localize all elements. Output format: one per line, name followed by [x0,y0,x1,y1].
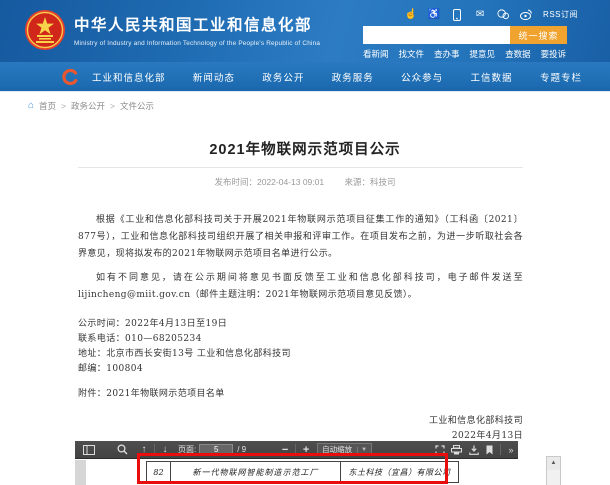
pdf-project-table: 82 新一代物联网智能制造示范工厂 东土科技（宜昌）有限公司 [146,461,459,483]
home-icon[interactable]: ⌂ [28,101,34,111]
site-title: 中华人民共和国工业和信息化部 [74,13,312,35]
pdf-viewer: ↑ ↓ 页面: / 9 − + 自动缩放 ▼ [75,441,518,485]
breadcrumb: ⌂ 首页 > 政务公开 > 文件公示 [28,100,154,112]
postal-code: 邮编：100804 [78,362,523,377]
toolbar-right-group: » [431,441,518,459]
quick-link-suggest[interactable]: 提意见 [470,48,496,60]
wechat-icon[interactable] [497,9,509,21]
zoom-select-value: 自动缩放 [322,444,352,455]
paragraph: 如有不同意见，请在公示期间将意见书面反馈至工业和信息化部科技司，电子邮件发送至l… [78,270,523,304]
contact-info-block: 公示时间：2022年4月13日至19日 联系电话：010—68205234 地址… [78,317,523,377]
source-department: 来源：科技司 [344,177,395,187]
breadcrumb-home[interactable]: 首页 [39,100,56,112]
nav-item-data[interactable]: 工信数据 [471,70,513,84]
quick-link-data[interactable]: 查数据 [505,48,531,60]
contact-phone: 联系电话：010—68205234 [78,332,523,347]
nav-item-ministry[interactable]: 工业和信息化部 [92,70,166,84]
contact-address: 地址：北京市西长安街13号 工业和信息化部科技司 [78,347,523,362]
nav-item-participation[interactable]: 公众参与 [401,70,443,84]
pdf-page-edge [75,460,86,485]
quick-link-services[interactable]: 查办事 [434,48,460,60]
page-number-label: 页面: [178,444,196,455]
unified-search-input[interactable] [363,26,510,44]
nav-item-news[interactable]: 新闻动态 [193,70,235,84]
hand-icon[interactable]: ☝ [405,9,417,21]
more-tools-icon[interactable]: » [504,441,518,459]
breadcrumb-separator: > [110,101,115,111]
nav-item-gov-services[interactable]: 政务服务 [332,70,374,84]
page-down-icon[interactable]: ↓ [158,441,172,459]
paragraph: 根据《工业和信息化部科技司关于开展2021年物联网示范项目征集工作的通知》（工科… [78,212,523,263]
page-total: / 9 [237,445,246,454]
download-icon[interactable] [465,441,482,459]
mail-icon[interactable]: ✉ [474,9,486,21]
page-number-input[interactable] [199,444,233,456]
sidebar-toggle-icon[interactable] [79,441,99,459]
breadcrumb-current: 文件公示 [120,100,154,112]
breadcrumb-gov-info[interactable]: 政务公开 [71,100,105,112]
nav-logo-icon[interactable] [62,69,78,85]
zoom-out-icon[interactable]: − [278,441,292,459]
publish-time: 发布时间：2022-04-13 09:01 [214,177,324,187]
site-header: 中华人民共和国工业和信息化部 Ministry of Industry and … [0,0,610,62]
company-name-cell: 东土科技（宜昌）有限公司 [341,462,459,483]
article-meta: 发布时间：2022-04-13 09:01 来源：科技司 [0,176,610,188]
toolbar-divider [500,444,501,455]
mobile-icon[interactable] [451,9,463,21]
project-name-cell: 新一代物联网智能制造示范工厂 [171,462,341,483]
weibo-icon[interactable] [520,9,532,21]
table-row: 82 新一代物联网智能制造示范工厂 东土科技（宜昌）有限公司 [147,462,459,483]
nav-item-special[interactable]: 专题专栏 [540,70,582,84]
scroll-up-icon[interactable]: ▲ [547,457,560,470]
page: 中华人民共和国工业和信息化部 Ministry of Industry and … [0,0,610,485]
toolbar-divider [295,444,296,455]
header-utility-icons: ☝ ♿ ✉ RSS订阅 [405,8,578,21]
quick-link-complaint[interactable]: 要投诉 [541,48,567,60]
zoom-controls: − + 自动缩放 ▼ [278,441,372,459]
chevron-down-icon: ▼ [357,447,367,453]
attachment-line: 附件：2021年物联网示范项目名单 [78,387,523,402]
print-icon[interactable] [448,441,465,459]
toolbar-divider [154,444,155,455]
rss-subscribe-link[interactable]: RSS订阅 [543,9,578,20]
article-title: 2021年物联网示范项目公示 [0,138,610,159]
search-bar: 统一搜索 [363,26,567,44]
nav-item-gov-info[interactable]: 政务公开 [262,70,304,84]
quick-link-files[interactable]: 找文件 [399,48,425,60]
national-emblem-icon[interactable] [24,9,66,51]
bookmark-icon[interactable] [482,441,497,459]
site-subtitle: Ministry of Industry and Information Tec… [74,40,320,47]
presentation-mode-icon[interactable] [431,441,448,459]
header-quick-links: 看新闻 找文件 查办事 提意见 查数据 要投诉 [363,48,566,60]
article-body: 根据《工业和信息化部科技司关于开展2021年物联网示范项目征集工作的通知》（工科… [78,212,523,444]
quick-link-news[interactable]: 看新闻 [363,48,389,60]
search-icon[interactable] [113,441,131,459]
nav-items: 工业和信息化部 新闻动态 政务公开 政务服务 公众参与 工信数据 专题专栏 [92,70,582,84]
page-up-icon[interactable]: ↑ [137,441,151,459]
unified-search-button[interactable]: 统一搜索 [510,26,567,44]
title-divider [78,167,523,168]
row-number-cell: 82 [147,462,171,483]
publicity-period: 公示时间：2022年4月13日至19日 [78,317,523,332]
breadcrumb-separator: > [61,101,66,111]
pdf-scrollbar[interactable]: ▲ [546,456,561,485]
signature-block: 工业和信息化部科技司 2022年4月13日 [78,414,523,444]
signature-department: 工业和信息化部科技司 [78,414,523,429]
main-nav: 工业和信息化部 新闻动态 政务公开 政务服务 公众参与 工信数据 专题专栏 [0,62,610,92]
accessibility-icon[interactable]: ♿ [428,9,440,21]
pdf-toolbar: ↑ ↓ 页面: / 9 − + 自动缩放 ▼ [75,441,518,459]
zoom-select[interactable]: 自动缩放 ▼ [317,443,372,456]
zoom-in-icon[interactable]: + [299,441,313,459]
